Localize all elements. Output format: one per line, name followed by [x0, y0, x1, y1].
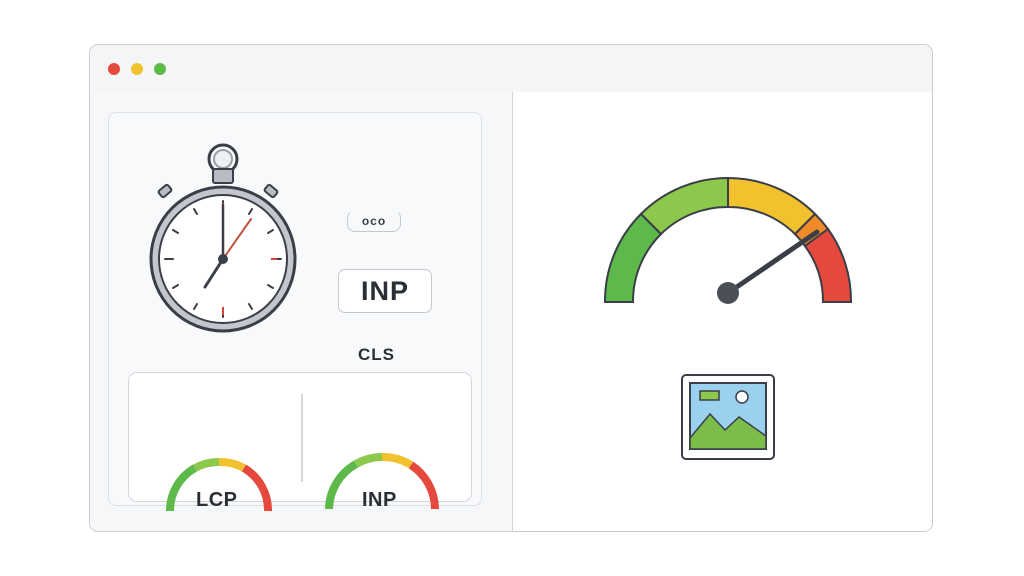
right-panel	[513, 92, 932, 531]
minimize-button[interactable]	[131, 63, 143, 75]
inp-badge[interactable]: INP	[338, 269, 432, 313]
cls-label: CLS	[358, 345, 395, 364]
speedometer-gauge-icon	[603, 176, 853, 304]
card-divider	[301, 394, 303, 482]
stopwatch-icon	[149, 143, 297, 333]
maximize-button[interactable]	[154, 63, 166, 75]
lcp-gauge-label: LCP	[196, 489, 238, 511]
left-panel: oco INP CLS LCP INP	[90, 92, 513, 531]
image-placeholder-icon	[681, 374, 775, 460]
title-bar	[90, 45, 932, 93]
browser-window: oco INP CLS LCP INP	[89, 44, 933, 532]
inp-gauge-label: INP	[362, 489, 397, 511]
close-button[interactable]	[108, 63, 120, 75]
small-metric-pill: oco	[347, 210, 401, 232]
